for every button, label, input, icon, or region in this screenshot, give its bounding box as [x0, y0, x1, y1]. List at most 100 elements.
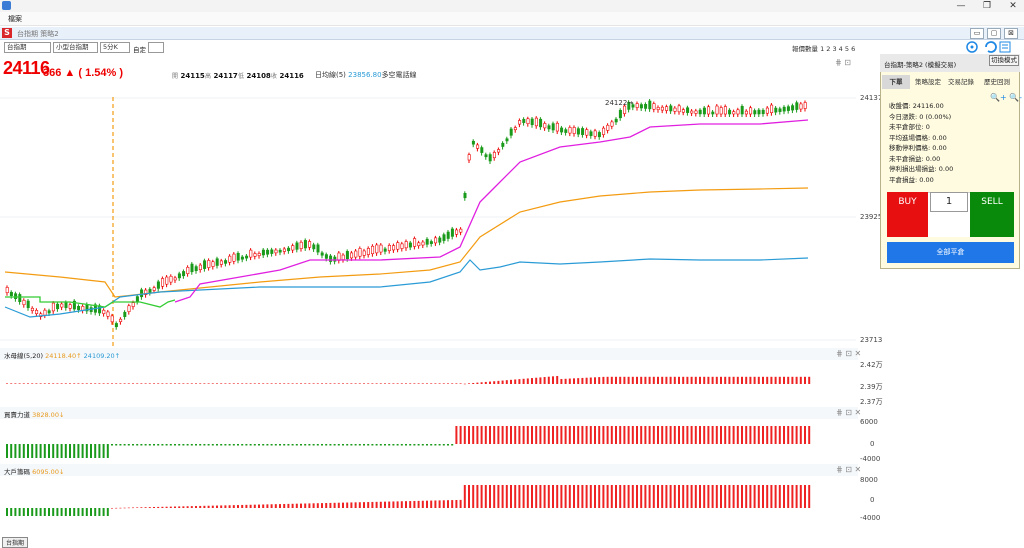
indicator-bar	[426, 500, 428, 508]
indicator-bar	[631, 485, 634, 508]
subwindow-restore-button[interactable]: ▢	[987, 28, 1001, 39]
indicator-bar	[547, 426, 550, 444]
tab-strategy-settings[interactable]: 策略設定	[912, 75, 944, 89]
close-all-button[interactable]: 全部平倉	[887, 242, 1014, 263]
candle-body	[476, 144, 480, 149]
indicator-bar	[363, 444, 365, 446]
tab-trade-records[interactable]: 交易記錄	[945, 75, 977, 89]
indicator-bar	[245, 444, 248, 446]
indicator-bar	[501, 380, 504, 384]
switch-mode-button[interactable]: 切換模式	[989, 55, 1019, 66]
indicator-bar	[724, 485, 727, 508]
indicator-bar	[707, 426, 710, 444]
indicator-bar	[73, 383, 76, 384]
indicator-bar	[190, 444, 193, 446]
candle-body	[618, 109, 622, 119]
indicator-bar	[287, 383, 290, 384]
info-line: 停利損出場損益: 0.00	[889, 165, 954, 173]
indicator-bar	[699, 485, 701, 508]
indicator-bar	[770, 426, 773, 444]
chart-settings-icon[interactable]: ⋕ ⊡	[835, 58, 851, 67]
candle-body	[539, 118, 543, 128]
indicator-bar	[174, 444, 176, 446]
indicator-bar	[665, 376, 668, 384]
indicator-bar	[526, 378, 529, 384]
custom-input[interactable]	[148, 42, 164, 53]
indicator-bar	[707, 485, 710, 508]
indicator-bar	[568, 485, 571, 508]
indicator-bar	[90, 444, 92, 458]
indicator-bar	[106, 383, 109, 384]
indicator-bar	[325, 444, 328, 446]
bottom-tab[interactable]: 台指期	[2, 537, 29, 548]
indicator-bar	[652, 376, 655, 384]
candle-body	[51, 302, 55, 312]
candle-body	[459, 228, 463, 233]
indicator-bar	[636, 485, 638, 508]
indicator-bar	[169, 383, 172, 384]
candle-body	[413, 238, 417, 247]
maximize-button[interactable]: ❐	[978, 0, 996, 12]
indicator-bar	[228, 383, 231, 384]
indicator-bar	[472, 382, 475, 384]
indicator-bar	[203, 383, 206, 384]
pane2-controls[interactable]: ⋕ ⊡ ✕	[836, 408, 861, 417]
indicator-bar	[640, 485, 643, 508]
interval-select[interactable]: 5分K	[100, 42, 130, 53]
indicator-bar	[707, 376, 710, 384]
indicator-bar	[224, 505, 227, 508]
indicator-bar	[757, 426, 760, 444]
indicator-bar	[211, 444, 214, 446]
indicator-bar	[98, 383, 101, 384]
indicator-bar	[627, 485, 630, 508]
candle-body	[253, 253, 257, 257]
indicator-bar	[321, 444, 323, 446]
indicator-bar	[619, 426, 622, 444]
subwindow-close-button[interactable]: ⊠	[1004, 28, 1018, 39]
candle-body	[249, 249, 253, 258]
candle-body	[35, 310, 39, 315]
y-axis-top: 24137	[860, 94, 883, 102]
indicator-bar	[757, 485, 760, 508]
indicator-bar	[489, 485, 491, 508]
tab-backtest[interactable]: 歷史回測	[980, 75, 1014, 89]
indicator-bar	[308, 383, 311, 384]
indicator-bar	[18, 444, 21, 458]
tab-order[interactable]: 下單	[882, 75, 910, 89]
indicator-bar	[249, 444, 252, 446]
indicator-bar	[501, 485, 504, 508]
indicator-bar	[379, 444, 382, 446]
indicator-bar	[421, 383, 424, 384]
indicator-bar	[497, 426, 500, 444]
candle-body	[173, 277, 177, 281]
indicator-bar	[169, 444, 172, 446]
product-select[interactable]: 小型台指期	[53, 42, 98, 53]
pane1-controls[interactable]: ⋕ ⊡ ✕	[836, 349, 861, 358]
close-button[interactable]: ✕	[1004, 0, 1022, 12]
symbol-select[interactable]: 台指期	[4, 42, 51, 53]
indicator-bar	[354, 502, 357, 508]
minimize-button[interactable]: —	[952, 0, 970, 12]
zoom-icons[interactable]: 🔍+ 🔍-	[990, 93, 1022, 102]
indicator-bar	[165, 444, 168, 446]
candle-body	[530, 118, 534, 126]
indicator-bar	[182, 383, 185, 384]
indicator-bar	[367, 502, 370, 508]
indicator-bar	[22, 383, 25, 384]
buy-button[interactable]: BUY	[887, 192, 928, 237]
indicator-bar	[375, 444, 378, 446]
candle-body	[366, 248, 370, 255]
sell-button[interactable]: SELL	[970, 192, 1014, 237]
indicator-bar	[329, 502, 332, 508]
candle-body	[316, 244, 320, 253]
indicator-bar	[274, 444, 277, 446]
indicator-bar	[69, 383, 71, 384]
quantity-input[interactable]: 1	[930, 192, 968, 212]
candle-body	[26, 300, 30, 309]
subwindow-minimize-button[interactable]: ▭	[970, 28, 984, 39]
pane3-controls[interactable]: ⋕ ⊡ ✕	[836, 465, 861, 474]
indicator-bar	[400, 383, 403, 384]
indicator-bar	[610, 426, 613, 444]
menu-file[interactable]: 檔案	[8, 14, 22, 24]
quote-count-selector[interactable]: 報價數量 1 2 3 4 5 6	[792, 43, 855, 53]
